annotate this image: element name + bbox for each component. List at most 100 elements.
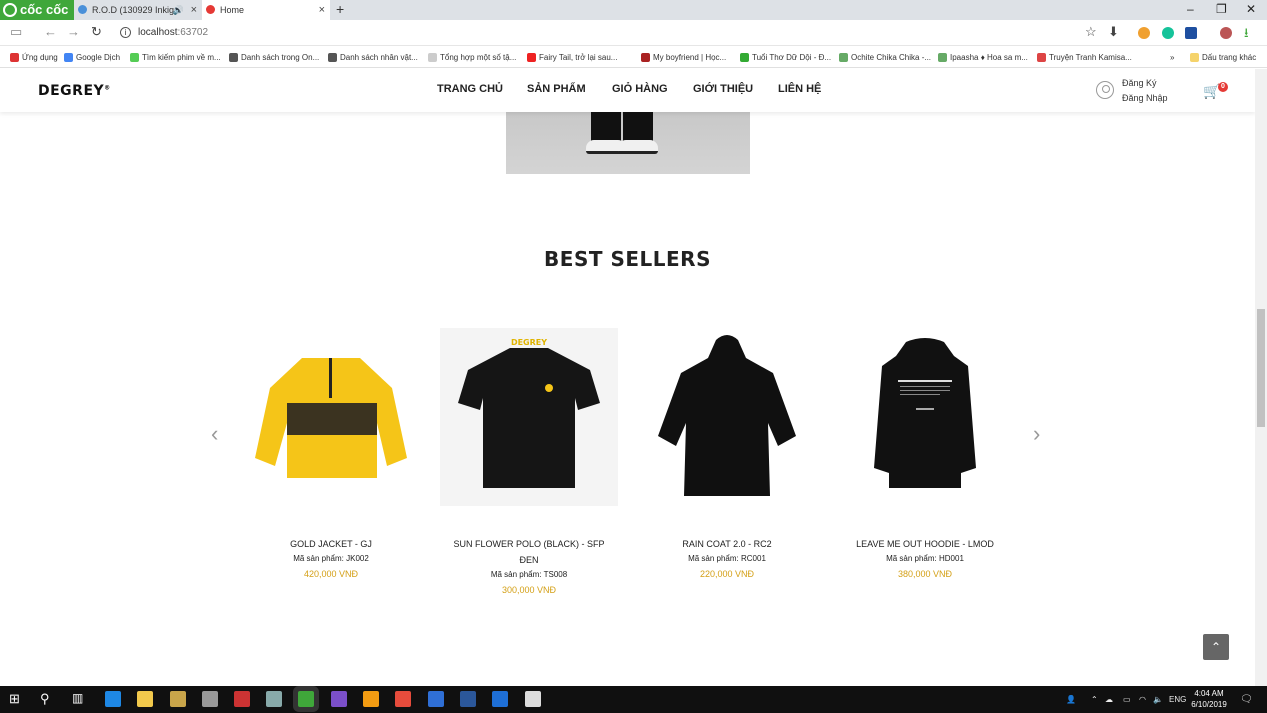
product-image[interactable]	[638, 328, 816, 506]
app-icon[interactable]	[492, 691, 508, 707]
bookmark-item[interactable]: Fairy Tail, trở lại sau...	[527, 47, 617, 68]
menu-home[interactable]: TRANG CHỦ	[437, 83, 503, 95]
bookmark-item[interactable]: Ochite Chika Chika -...	[839, 47, 931, 68]
site-logo[interactable]: DEGREY®	[38, 83, 111, 99]
bookmark-item[interactable]: Tổng hợp một số tậ...	[428, 47, 516, 68]
menu-about[interactable]: GIỚI THIỆU	[693, 83, 753, 95]
extension-icon[interactable]	[1138, 27, 1150, 39]
bookmark-favicon-icon	[527, 53, 536, 62]
bookmark-item[interactable]: Danh sách nhân vật...	[328, 47, 418, 68]
task-view-icon[interactable]: ▥	[72, 691, 88, 707]
product-name[interactable]: SUN FLOWER POLO (BLACK) - SFP ĐEN	[440, 536, 618, 568]
carousel-prev-icon[interactable]: ‹	[211, 421, 218, 447]
product-name[interactable]: RAIN COAT 2.0 - RC2	[638, 536, 816, 552]
edge-icon[interactable]	[105, 691, 121, 707]
bookmark-item[interactable]: Google Dịch	[64, 47, 120, 68]
site-header: DEGREY® TRANG CHỦ SẢN PHẨM GIỎ HÀNG GIỚI…	[0, 69, 1255, 112]
speaker-icon[interactable]: 🔊	[173, 0, 184, 20]
bookmarks-overflow-button[interactable]: »	[1170, 47, 1174, 68]
login-link[interactable]: Đăng Nhập	[1122, 91, 1168, 106]
product-name[interactable]: GOLD JACKET - GJ	[242, 536, 420, 552]
sidebar-toggle-icon[interactable]: ▭	[10, 24, 22, 40]
carousel-next-icon[interactable]: ›	[1033, 421, 1040, 447]
product-card[interactable]: GOLD JACKET - GJ Mã sản phẩm: JK002 420,…	[242, 328, 420, 582]
restore-button[interactable]: ❐	[1216, 0, 1227, 18]
download-icon[interactable]: ⬇	[1108, 24, 1119, 40]
site-info-icon[interactable]: i	[120, 27, 131, 38]
close-tab-icon[interactable]: ×	[191, 0, 197, 20]
bookmark-item[interactable]: Tìm kiếm phim về m...	[130, 47, 221, 68]
forward-icon[interactable]: →	[67, 24, 80, 39]
battery-icon[interactable]: ▭	[1123, 686, 1131, 713]
product-image[interactable]	[242, 328, 420, 506]
register-link[interactable]: Đăng Ký	[1122, 76, 1168, 91]
product-code: Mã sản phẩm: TS008	[490, 570, 568, 579]
app-icon[interactable]	[234, 691, 250, 707]
people-icon[interactable]: 👤	[1066, 686, 1076, 713]
word-icon[interactable]	[460, 691, 476, 707]
minimize-button[interactable]: –	[1187, 0, 1194, 18]
profile-avatar[interactable]	[1220, 27, 1232, 39]
menu-products[interactable]: SẢN PHẨM	[527, 83, 586, 95]
app-icon[interactable]	[202, 691, 218, 707]
app-icon[interactable]	[266, 691, 282, 707]
windows-start-icon[interactable]: ⊞	[9, 691, 25, 707]
product-code: Mã sản phẩm: RC001	[688, 554, 766, 563]
bookmark-favicon-icon	[641, 53, 650, 62]
taskbar-clock[interactable]: 4:04 AM 6/10/2019	[1188, 688, 1230, 710]
page-icon	[428, 53, 437, 62]
reload-icon[interactable]: ↻	[91, 24, 102, 40]
search-icon[interactable]: ⚲	[40, 691, 56, 707]
product-image[interactable]	[836, 328, 1014, 506]
extension-icon[interactable]	[1185, 27, 1197, 39]
tab-rod[interactable]: R.O.D (130929 Inkiga 🔊 ×	[74, 0, 202, 20]
app-icon[interactable]	[428, 691, 444, 707]
bookmark-star-icon[interactable]: ☆	[1085, 24, 1097, 40]
menu-cart[interactable]: GIỎ HÀNG	[612, 83, 668, 95]
sublime-icon[interactable]	[363, 691, 379, 707]
user-icon[interactable]	[1096, 81, 1114, 99]
product-card[interactable]: LEAVE ME OUT HOODIE - LMOD Mã sản phẩm: …	[836, 328, 1014, 582]
network-icon[interactable]: ☁	[1105, 686, 1113, 713]
notifications-icon[interactable]: 🗨	[1240, 686, 1253, 713]
photos-icon[interactable]	[525, 691, 541, 707]
close-window-button[interactable]: ✕	[1246, 0, 1256, 18]
url-input[interactable]: i localhost:63702	[113, 23, 1076, 43]
wifi-icon[interactable]: ◠	[1139, 686, 1146, 713]
bookmark-item[interactable]: My boyfriend | Học...	[641, 47, 726, 68]
back-to-top-button[interactable]: ⌃	[1203, 634, 1229, 660]
scrollbar-thumb[interactable]	[1257, 309, 1265, 427]
app-icon[interactable]	[170, 691, 186, 707]
other-bookmarks[interactable]: Dấu trang khác	[1190, 47, 1256, 68]
back-icon[interactable]: ←	[44, 24, 57, 39]
product-card[interactable]: RAIN COAT 2.0 - RC2 Mã sản phẩm: RC001 2…	[638, 328, 816, 582]
page-scrollbar[interactable]	[1255, 69, 1267, 686]
tab-favicon-icon	[78, 5, 87, 14]
bookmarks-bar: Ứng dụng Google Dịch Tìm kiếm phim về m.…	[0, 47, 1267, 68]
coccoc-taskbar-icon[interactable]	[298, 691, 314, 707]
bookmark-apps[interactable]: Ứng dụng	[10, 47, 58, 68]
tray-chevron-icon[interactable]: ⌃	[1091, 686, 1098, 713]
tab-favicon-icon	[206, 5, 215, 14]
download-arrow-icon[interactable]: ⭳	[1244, 24, 1249, 46]
bookmark-item[interactable]: Danh sách trong On...	[229, 47, 319, 68]
browser-brand[interactable]: cốc cốc	[0, 0, 74, 20]
product-code: Mã sản phẩm: HD001	[886, 554, 964, 563]
new-tab-button[interactable]: +	[336, 0, 344, 18]
product-price: 220,000 VNĐ	[699, 569, 755, 579]
app-icon[interactable]	[395, 691, 411, 707]
bookmark-item[interactable]: Ipaasha ♦ Hoa sa m...	[938, 47, 1028, 68]
language-indicator[interactable]: ENG	[1169, 686, 1186, 713]
tab-home[interactable]: Home ×	[202, 0, 330, 20]
bookmark-item[interactable]: Truyện Tranh Kamisa...	[1037, 47, 1132, 68]
grammarly-icon[interactable]	[1162, 27, 1174, 39]
bookmark-item[interactable]: Tuổi Thơ Dữ Dội - Đ...	[740, 47, 831, 68]
close-tab-icon[interactable]: ×	[319, 0, 325, 20]
menu-contact[interactable]: LIÊN HỆ	[778, 83, 821, 95]
volume-icon[interactable]: 🔈	[1153, 686, 1163, 713]
product-image[interactable]: DEGREY	[440, 328, 618, 506]
product-name[interactable]: LEAVE ME OUT HOODIE - LMOD	[836, 536, 1014, 552]
product-card[interactable]: DEGREY SUN FLOWER POLO (BLACK) - SFP ĐEN…	[440, 328, 618, 598]
visual-studio-icon[interactable]	[331, 691, 347, 707]
file-explorer-icon[interactable]	[137, 691, 153, 707]
